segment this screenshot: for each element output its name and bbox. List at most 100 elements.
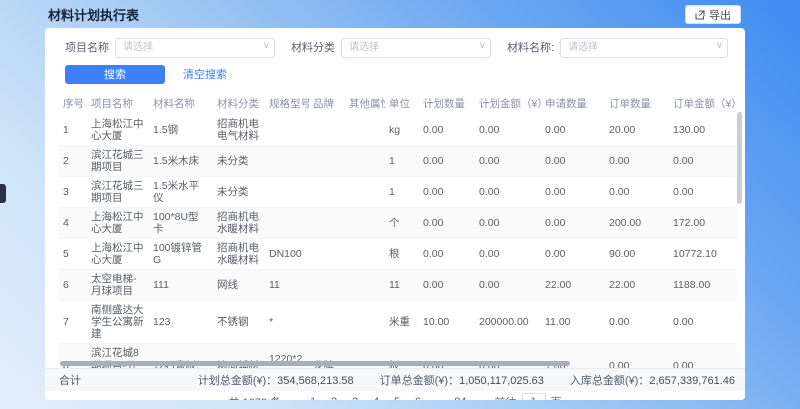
page-number-1[interactable]: 1: [307, 396, 319, 401]
material-category-select[interactable]: [341, 38, 491, 58]
project-name-select[interactable]: [115, 38, 275, 58]
col-header-plan_qty: 计划数量: [419, 92, 475, 115]
cell-spec: DN100: [265, 239, 309, 270]
table-row: 6太空电梯-月球项目111网线11110.000.0022.0022.00118…: [59, 270, 737, 301]
cell-material: 1.5钢: [149, 115, 213, 146]
cell-plan_qty: 0.00: [419, 239, 475, 270]
table-row: 1上海松江中心大厦1.5钢招商机电电气材料kg0.000.000.0020.00…: [59, 115, 737, 146]
cell-category: 不锈钢: [213, 301, 265, 344]
cell-order_qty: 0.00: [605, 145, 669, 176]
cell-project: 上海松江中心大厦: [87, 207, 149, 238]
cell-apply_qty: 0.00: [541, 115, 605, 146]
page-number-4[interactable]: 4: [370, 396, 382, 401]
page-title: 材料计划执行表: [48, 5, 139, 24]
cell-plan_qty: 0.00: [419, 207, 475, 238]
pagination-total: 共 1673 条: [228, 394, 281, 401]
cell-order_qty: 0.00: [605, 344, 669, 368]
cell-order_qty: 200.00: [605, 207, 669, 238]
col-header-no: 序号: [59, 92, 87, 115]
cell-no: 6: [59, 270, 87, 301]
table-row: 5上海松江中心大厦100镀锌管G招商机电水暖材料DN100根0.000.000.…: [59, 239, 737, 270]
cell-spec: [265, 207, 309, 238]
cell-unit: kg: [385, 115, 419, 146]
cell-apply_qty: 11.00: [541, 301, 605, 344]
export-button[interactable]: 导出: [685, 5, 741, 24]
cell-no: 4: [59, 207, 87, 238]
cell-category: 招商机电电气材料: [213, 115, 265, 146]
summary-item: 订单总金额(¥)：1,050,117,025.63: [380, 372, 544, 388]
table-header-row: 序号项目名称材料名称材料分类规格型号品牌其他属性单位计划数量计划金额（¥）申请数…: [59, 92, 737, 115]
cell-category: 未分类: [213, 145, 265, 176]
cell-material: 123: [149, 301, 213, 344]
search-button[interactable]: 搜索: [65, 65, 165, 84]
vertical-scrollbar-thumb[interactable]: [737, 112, 742, 204]
goto-suffix: 页: [551, 394, 562, 401]
cell-project: 南侧盛达大学生公寓新建: [87, 301, 149, 344]
goto-page-input[interactable]: [522, 393, 546, 400]
page-number-6[interactable]: 6: [412, 396, 424, 401]
cell-plan_amount: 0.00: [475, 270, 541, 301]
cell-project: 上海松江中心大厦: [87, 115, 149, 146]
summary-item: 入库总金额(¥)：2,657,339,761.46: [570, 372, 735, 388]
cell-plan_qty: 0.00: [419, 145, 475, 176]
cell-brand: [309, 176, 345, 207]
cell-plan_amount: 0.00: [475, 207, 541, 238]
cell-apply_qty: 0.00: [541, 239, 605, 270]
next-page-icon[interactable]: ›: [476, 395, 480, 401]
cell-apply_qty: 0.00: [541, 145, 605, 176]
sidebar-collapse-handle[interactable]: [0, 184, 6, 203]
table-row: 4上海松江中心大厦100*8U型卡招商机电水暖材料个0.000.000.0020…: [59, 207, 737, 238]
cell-plan_qty: 0.00: [419, 176, 475, 207]
cell-order_qty: 0.00: [605, 176, 669, 207]
cell-brand: [309, 270, 345, 301]
cell-material: 1.5米水平仪: [149, 176, 213, 207]
clear-search-link[interactable]: 清空搜索: [183, 66, 227, 82]
cell-brand: [309, 115, 345, 146]
cell-unit: 个: [385, 207, 419, 238]
cell-material: 100镀锌管G: [149, 239, 213, 270]
cell-apply_qty: 22.00: [541, 270, 605, 301]
cell-order_qty: 22.00: [605, 270, 669, 301]
summary-item: 计划总金额(¥)：354,568,213.58: [198, 372, 354, 388]
col-header-plan_amount: 计划金额（¥）: [475, 92, 541, 115]
page-number-5[interactable]: 5: [391, 396, 403, 401]
material-name-select[interactable]: [560, 38, 728, 58]
cell-order_amount: 0.00: [669, 344, 737, 368]
cell-attrs: [345, 301, 385, 344]
summary-total-label: 合计: [59, 372, 81, 388]
prev-page-icon[interactable]: ‹: [294, 395, 298, 401]
col-header-brand: 品牌: [309, 92, 345, 115]
cell-order_amount: 172.00: [669, 207, 737, 238]
page-number-3[interactable]: 3: [349, 396, 361, 401]
cell-order_amount: 0.00: [669, 145, 737, 176]
filter-material-label: 材料名称:: [507, 39, 554, 55]
cell-category: 网线: [213, 270, 265, 301]
cell-no: 3: [59, 176, 87, 207]
materials-table: 序号项目名称材料名称材料分类规格型号品牌其他属性单位计划数量计划金额（¥）申请数…: [59, 92, 737, 368]
cell-attrs: [345, 239, 385, 270]
cell-attrs: [345, 145, 385, 176]
filter-category-label: 材料分类: [291, 39, 335, 55]
cell-unit: 根: [385, 239, 419, 270]
cell-unit: 11: [385, 270, 419, 301]
cell-attrs: [345, 207, 385, 238]
export-button-label: 导出: [709, 7, 731, 23]
cell-plan_qty: 10.00: [419, 301, 475, 344]
cell-plan_amount: 0.00: [475, 145, 541, 176]
page-number-84[interactable]: 84: [454, 396, 466, 401]
cell-plan_amount: 0.00: [475, 115, 541, 146]
cell-spec: *: [265, 301, 309, 344]
cell-plan_qty: 0.00: [419, 115, 475, 146]
cell-category: 招商机电水暖材料: [213, 207, 265, 238]
cell-unit: 米重: [385, 301, 419, 344]
cell-brand: [309, 301, 345, 344]
filter-project: 项目名称 ∨: [65, 37, 275, 58]
cell-no: 1: [59, 115, 87, 146]
table-row: 7南侧盛达大学生公寓新建123不锈钢*米重10.00200000.0011.00…: [59, 301, 737, 344]
filter-panel: 项目名称 ∨ 材料分类 ∨ 材料名称:: [45, 28, 745, 90]
horizontal-scrollbar-thumb[interactable]: [60, 361, 570, 366]
cell-apply_qty: 0.00: [541, 207, 605, 238]
page-number-2[interactable]: 2: [328, 396, 340, 401]
cell-order_amount: 0.00: [669, 301, 737, 344]
page-background: 材料计划执行表 导出 项目名称 ∨ 材料分类: [0, 0, 800, 409]
